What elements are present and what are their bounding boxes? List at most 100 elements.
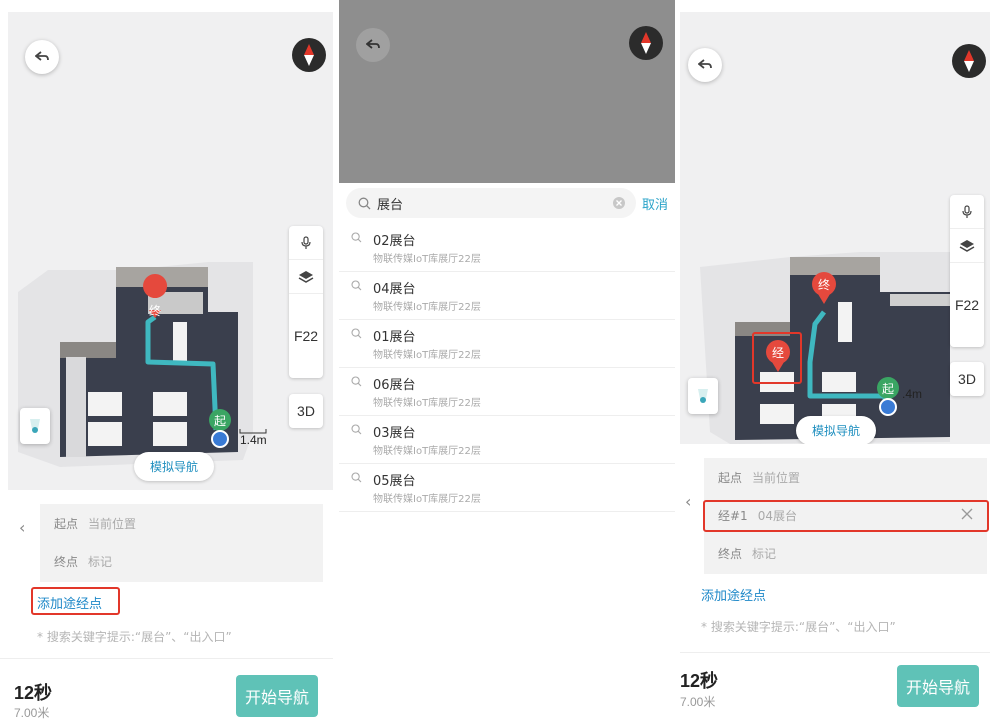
start-point-value: 当前位置 [752,470,801,485]
simulate-navigation-button[interactable]: 模拟导航 [796,416,877,444]
compass-icon [964,50,974,72]
dimmed-map[interactable] [339,0,675,183]
end-point-key: 终点 [54,554,79,569]
compass-button[interactable] [952,44,986,78]
collapse-chevron-icon[interactable]: ‹ [19,518,25,537]
start-point-key: 起点 [54,516,79,531]
result-subtitle: 物联传媒IoT库展厅22层 [373,398,481,409]
search-hint: * 搜索关键字提示:“展台”、“出入口” [37,630,232,644]
simulate-navigation-button[interactable]: 模拟导航 [134,452,215,481]
highlight-box [31,587,120,615]
clear-icon [613,197,625,209]
floor-selector[interactable]: F22 [950,263,984,347]
beacon-icon [698,389,708,403]
voice-button[interactable] [950,195,984,229]
result-title: 05展台 [373,474,416,489]
clear-search-button[interactable] [612,196,626,214]
result-subtitle: 物联传媒IoT库展厅22层 [373,446,481,457]
end-point-value: 标记 [752,546,777,561]
layers-icon [298,270,314,283]
result-subtitle: 物联传媒IoT库展厅22层 [373,302,481,313]
start-point-row[interactable]: 起点 当前位置 [40,504,323,542]
beacon-icon [30,419,40,433]
layers-button[interactable] [950,229,984,263]
eta-text: 12秒 [680,671,719,691]
start-navigation-button[interactable]: 开始导航 [236,675,318,717]
list-item[interactable]: 06展台 物联传媒IoT库展厅22层 [339,368,675,416]
scale-label: 1.4m [240,433,267,447]
result-title: 06展台 [373,378,416,393]
back-arrow-icon [698,59,712,69]
result-subtitle: 物联传媒IoT库展厅22层 [373,494,481,505]
list-item[interactable]: 05展台 物联传媒IoT库展厅22层 [339,464,675,512]
current-location-icon [211,430,229,448]
end-point-key: 终点 [718,546,743,561]
search-icon [351,232,362,243]
result-subtitle: 物联传媒IoT库展厅22层 [373,254,481,265]
search-icon [351,472,362,483]
bottom-bar: 12秒 7.00米 开始导航 [680,652,990,724]
route-panel-initial: 终 起 1.4m F22 3D 模拟导航 ‹ 起点 当前位置 终点 标记 添加途… [0,0,333,724]
indoor-map[interactable]: 终 起 1.4m F22 3D 模拟导航 [8,12,333,490]
end-point-row[interactable]: 终点 标记 [704,534,987,572]
floor-selector[interactable]: F22 [289,294,323,378]
search-input[interactable]: 展台 [346,188,636,218]
end-marker-label: 终 [149,303,161,318]
cancel-button[interactable]: 取消 [642,194,668,213]
search-icon [351,424,362,435]
result-title: 02展台 [373,234,416,249]
back-button[interactable] [25,40,59,74]
location-button[interactable] [688,378,718,414]
start-marker-label: 起 [882,382,894,396]
list-item[interactable]: 03展台 物联传媒IoT库展厅22层 [339,416,675,464]
layers-button[interactable] [289,260,323,294]
3d-toggle-button[interactable]: 3D [950,362,984,396]
start-navigation-button[interactable]: 开始导航 [897,665,979,707]
search-icon [351,376,362,387]
map-render: 终 起 1.4m [18,262,267,467]
list-item[interactable]: 01展台 物联传媒IoT库展厅22层 [339,320,675,368]
result-subtitle: 物联传媒IoT库展厅22层 [373,350,481,361]
list-item[interactable]: 04展台 物联传媒IoT库展厅22层 [339,272,675,320]
compass-icon [304,44,314,66]
waypoint-row-highlight [703,500,989,532]
back-button[interactable] [356,28,390,62]
end-marker-icon [143,274,168,298]
layers-icon [959,239,975,252]
add-waypoint-link[interactable]: 添加途经点 [701,585,766,604]
indoor-map[interactable]: 终 经 起 .4m F22 3D 模拟导航 [680,12,990,444]
back-button[interactable] [688,48,722,82]
distance-text: 7.00米 [680,695,716,709]
voice-button[interactable] [289,226,323,260]
start-marker-label: 起 [214,414,226,428]
back-arrow-icon [35,51,49,61]
compass-button[interactable] [629,26,663,60]
route-panel-with-waypoint: 终 经 起 .4m F22 3D 模拟导航 ‹ 起点 当前位置 经#1 04展台… [680,0,990,724]
distance-text: 7.00米 [14,706,50,720]
waypoint-highlight-box [752,332,802,384]
end-marker-label: 终 [818,277,830,292]
map-tools: F22 [289,226,323,378]
3d-toggle-button[interactable]: 3D [289,394,323,428]
current-location-icon [879,398,897,416]
search-icon [351,280,362,291]
search-input-value: 展台 [377,197,404,213]
start-point-value: 当前位置 [88,516,137,531]
result-title: 01展台 [373,330,416,345]
back-arrow-icon [366,39,380,49]
eta-text: 12秒 [14,683,53,703]
map-render: 终 经 起 .4m [700,252,950,444]
microphone-icon [301,235,311,249]
start-point-row[interactable]: 起点 当前位置 [704,458,987,496]
location-button[interactable] [20,408,50,444]
compass-button[interactable] [292,38,326,72]
start-point-key: 起点 [718,470,743,485]
search-hint: * 搜索关键字提示:“展台”、“出入口” [701,620,896,634]
result-title: 03展台 [373,426,416,441]
end-point-row[interactable]: 终点 标记 [40,542,323,580]
collapse-chevron-icon[interactable]: ‹ [685,492,691,511]
scale-label: .4m [902,387,922,401]
list-item[interactable]: 02展台 物联传媒IoT库展厅22层 [339,224,675,272]
map-tools: F22 [950,195,984,347]
end-point-value: 标记 [88,554,113,569]
